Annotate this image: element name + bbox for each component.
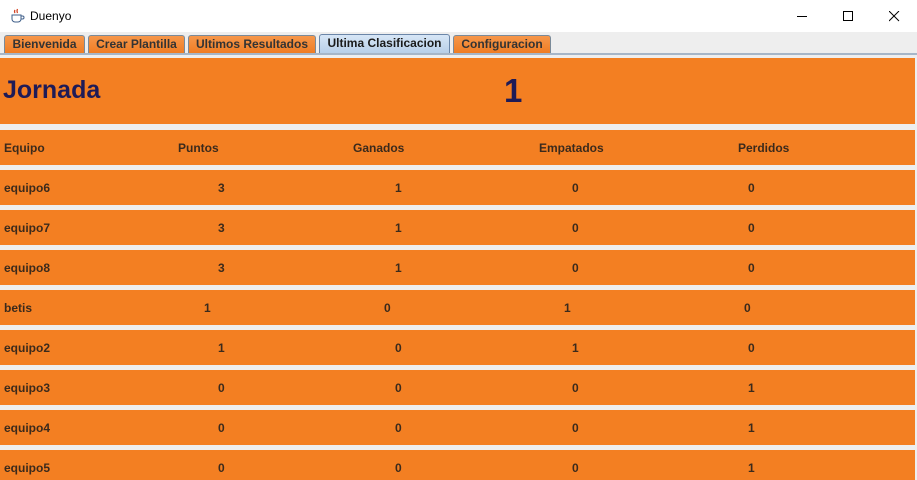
java-cup-icon <box>9 8 25 24</box>
table-row: equipo7 3 1 0 0 <box>0 210 915 245</box>
won-value: 0 <box>395 341 402 355</box>
won-value: 1 <box>395 181 402 195</box>
column-header-perdidos: Perdidos <box>738 141 790 155</box>
tab-ultima-clasificacion[interactable]: Ultima Clasificacion <box>319 34 450 53</box>
window-title: Duenyo <box>30 9 72 23</box>
drawn-value: 1 <box>572 341 579 355</box>
team-name: equipo3 <box>4 381 51 395</box>
won-value: 1 <box>395 221 402 235</box>
jornada-header: Jornada 1 <box>0 58 915 124</box>
lost-value: 0 <box>748 341 755 355</box>
close-icon <box>889 11 900 22</box>
points-value: 0 <box>218 461 225 475</box>
drawn-value: 0 <box>572 381 579 395</box>
team-name: betis <box>4 301 33 315</box>
column-header-puntos: Puntos <box>178 141 219 155</box>
minimize-icon <box>797 16 807 17</box>
lost-value: 0 <box>748 261 755 275</box>
won-value: 0 <box>395 381 402 395</box>
team-name: equipo6 <box>4 181 51 195</box>
tab-bar: Bienvenida Crear Plantilla Ultimos Resul… <box>0 32 917 53</box>
team-name: equipo7 <box>4 221 51 235</box>
maximize-icon <box>843 11 853 21</box>
lost-value: 0 <box>748 181 755 195</box>
points-value: 3 <box>218 221 225 235</box>
maximize-button[interactable] <box>825 0 871 32</box>
points-value: 0 <box>218 381 225 395</box>
tab-configuracion[interactable]: Configuracion <box>453 35 551 53</box>
lost-value: 0 <box>748 221 755 235</box>
points-value: 3 <box>218 261 225 275</box>
jornada-number: 1 <box>504 72 523 109</box>
drawn-value: 0 <box>572 461 579 475</box>
tab-bienvenida[interactable]: Bienvenida <box>4 35 85 53</box>
lost-value: 0 <box>744 301 751 315</box>
column-header-equipo: Equipo <box>4 141 45 155</box>
points-value: 1 <box>204 301 211 315</box>
drawn-value: 1 <box>564 301 571 315</box>
close-button[interactable] <box>871 0 917 32</box>
won-value: 0 <box>395 461 402 475</box>
standings-panel: Jornada 1 Equipo Puntos Ganados Empatado… <box>0 53 917 480</box>
table-row: equipo2 1 0 1 0 <box>0 330 915 365</box>
lost-value: 1 <box>748 381 755 395</box>
team-name: equipo2 <box>4 341 51 355</box>
team-name: equipo8 <box>4 261 51 275</box>
table-row: equipo8 3 1 0 0 <box>0 250 915 285</box>
tab-ultimos-resultados[interactable]: Ultimos Resultados <box>188 35 316 53</box>
title-bar: Duenyo <box>0 0 917 33</box>
drawn-value: 0 <box>572 181 579 195</box>
lost-value: 1 <box>748 421 755 435</box>
column-header-ganados: Ganados <box>353 141 405 155</box>
points-value: 3 <box>218 181 225 195</box>
lost-value: 1 <box>748 461 755 475</box>
points-value: 0 <box>218 421 225 435</box>
team-name: equipo4 <box>4 421 51 435</box>
points-value: 1 <box>218 341 225 355</box>
drawn-value: 0 <box>572 261 579 275</box>
table-row: equipo4 0 0 0 1 <box>0 410 915 445</box>
table-row: equipo5 0 0 0 1 <box>0 450 915 480</box>
table-row: equipo3 0 0 0 1 <box>0 370 915 405</box>
won-value: 0 <box>384 301 391 315</box>
tab-crear-plantilla[interactable]: Crear Plantilla <box>88 35 185 53</box>
table-header: Equipo Puntos Ganados Empatados Perdidos <box>0 130 915 165</box>
column-header-empatados: Empatados <box>539 141 604 155</box>
won-value: 0 <box>395 421 402 435</box>
drawn-value: 0 <box>572 421 579 435</box>
jornada-label: Jornada <box>3 76 101 104</box>
team-name: equipo5 <box>4 461 51 475</box>
won-value: 1 <box>395 261 402 275</box>
table-row: betis 1 0 1 0 <box>0 290 915 325</box>
drawn-value: 0 <box>572 221 579 235</box>
table-row: equipo6 3 1 0 0 <box>0 170 915 205</box>
minimize-button[interactable] <box>779 0 825 32</box>
